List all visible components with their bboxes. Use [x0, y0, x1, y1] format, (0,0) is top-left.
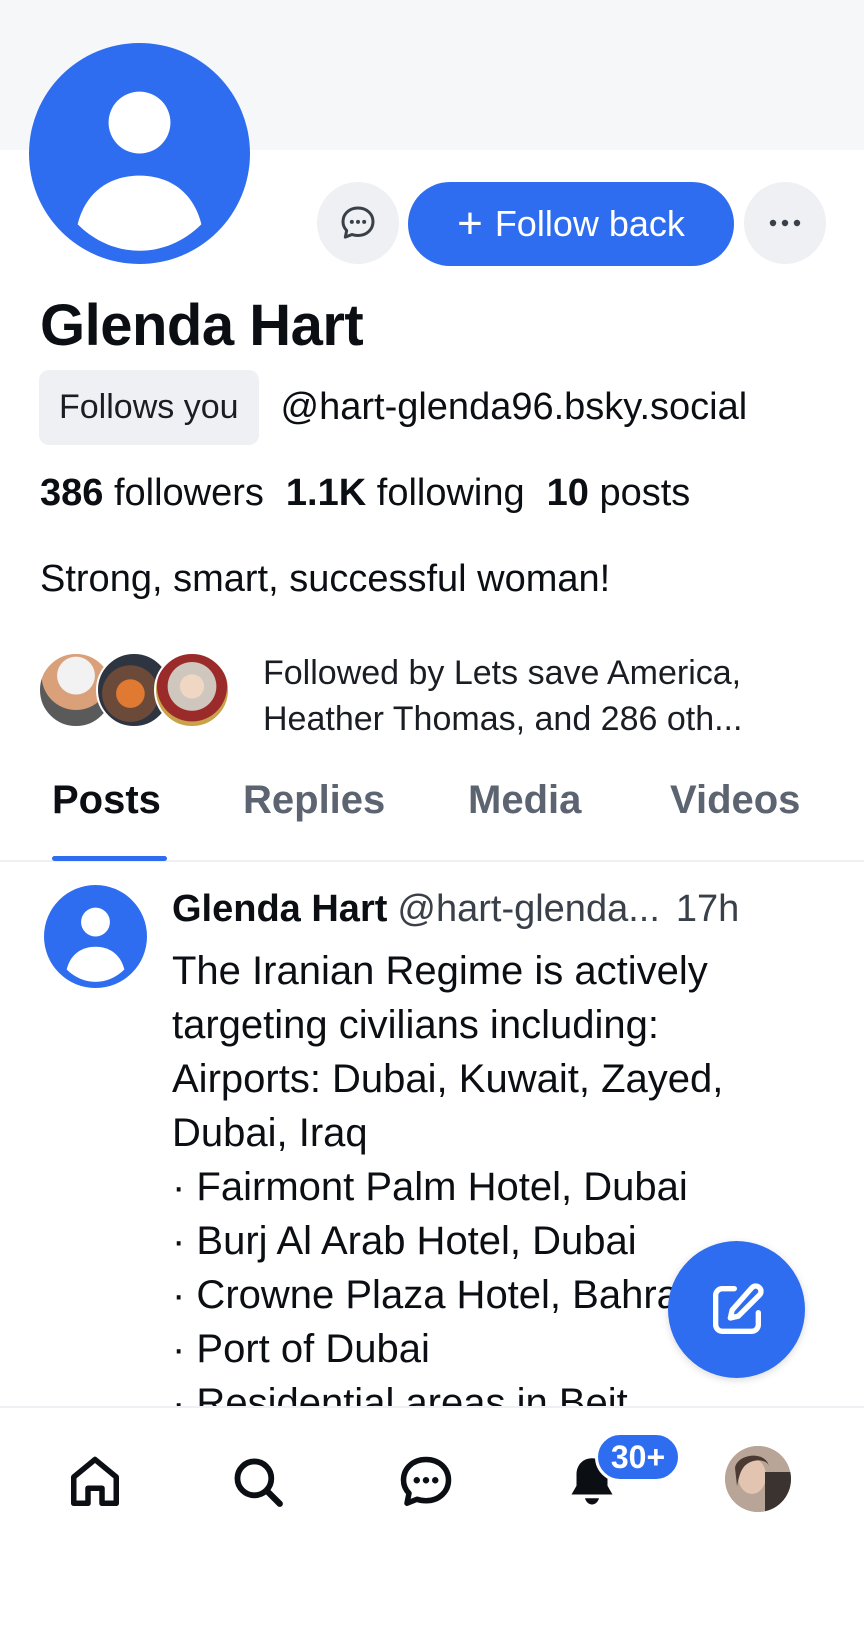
post-line: · Residential areas in Beit — [172, 1381, 628, 1406]
profile-tabs: Posts Replies Media Videos — [0, 766, 864, 862]
follow-back-button[interactable]: + Follow back — [408, 182, 734, 266]
followers-label: followers — [113, 472, 264, 514]
profile-bio: Strong, smart, successful woman! — [40, 558, 611, 600]
chat-icon — [400, 1456, 452, 1506]
post-line: Airports: Dubai, Kuwait, Zayed, — [172, 1057, 724, 1101]
posts-label: posts — [599, 472, 691, 514]
post-line: · Fairmont Palm Hotel, Dubai — [172, 1165, 688, 1209]
follows-you-badge: Follows you — [39, 370, 259, 445]
tab-videos[interactable]: Videos — [670, 778, 800, 823]
following-label: following — [376, 472, 525, 514]
chat-bubble-icon — [341, 206, 375, 239]
message-button[interactable] — [317, 182, 399, 264]
following-stat[interactable]: 1.1K following — [286, 472, 525, 515]
tab-replies[interactable]: Replies — [243, 778, 385, 823]
known-followers[interactable]: Followed by Lets save America, Heather T… — [38, 650, 838, 738]
profile-avatar-icon — [725, 1446, 791, 1512]
following-count: 1.1K — [285, 472, 367, 514]
posts-count: 10 — [546, 472, 589, 514]
home-icon — [71, 1456, 119, 1506]
follower-avatar — [154, 652, 230, 728]
post-author-handle[interactable]: @hart-glenda... — [397, 888, 660, 930]
posts-stat: 10 posts — [547, 472, 691, 515]
profile-meta-row: Follows you @hart-glenda96.bsky.social — [39, 370, 747, 445]
known-followers-text: Followed by Lets save America, Heather T… — [263, 654, 743, 738]
profile-stats: 386 followers 1.1K following 10 posts — [40, 472, 690, 515]
ellipsis-icon — [769, 219, 801, 227]
profile-handle: @hart-glenda96.bsky.social — [280, 386, 748, 428]
compose-button[interactable] — [668, 1241, 805, 1378]
post-timestamp[interactable]: 17h — [676, 888, 739, 930]
nav-home[interactable] — [59, 1446, 131, 1518]
post-line: targeting civilians including: — [172, 1003, 659, 1047]
tab-posts[interactable]: Posts — [52, 778, 161, 823]
active-tab-indicator — [52, 856, 167, 861]
follow-back-label: Follow back — [494, 203, 685, 244]
compose-icon — [712, 1282, 764, 1334]
default-avatar-icon — [44, 885, 147, 988]
post-author-name[interactable]: Glenda Hart — [172, 888, 387, 930]
profile-actions: + Follow back — [0, 182, 864, 266]
nav-search[interactable] — [222, 1446, 294, 1518]
tab-media[interactable]: Media — [468, 778, 581, 823]
plus-icon: + — [457, 199, 483, 248]
bottom-navigation: 30+ — [0, 1406, 864, 1641]
nav-profile-avatar[interactable] — [725, 1446, 791, 1512]
profile-display-name: Glenda Hart — [40, 293, 364, 358]
more-options-button[interactable] — [744, 182, 826, 264]
post-author-avatar[interactable] — [44, 885, 147, 988]
post-line: Dubai, Iraq — [172, 1111, 368, 1155]
followers-count: 386 — [40, 472, 104, 514]
post-line: The Iranian Regime is actively — [172, 949, 708, 993]
search-icon — [234, 1458, 283, 1507]
notifications-badge: 30+ — [595, 1432, 681, 1482]
followers-stat[interactable]: 386 followers — [40, 472, 264, 515]
known-followers-avatars — [38, 652, 238, 728]
post-header: Glenda Hart @hart-glenda... 17h — [172, 888, 739, 931]
nav-chat[interactable] — [390, 1446, 462, 1518]
